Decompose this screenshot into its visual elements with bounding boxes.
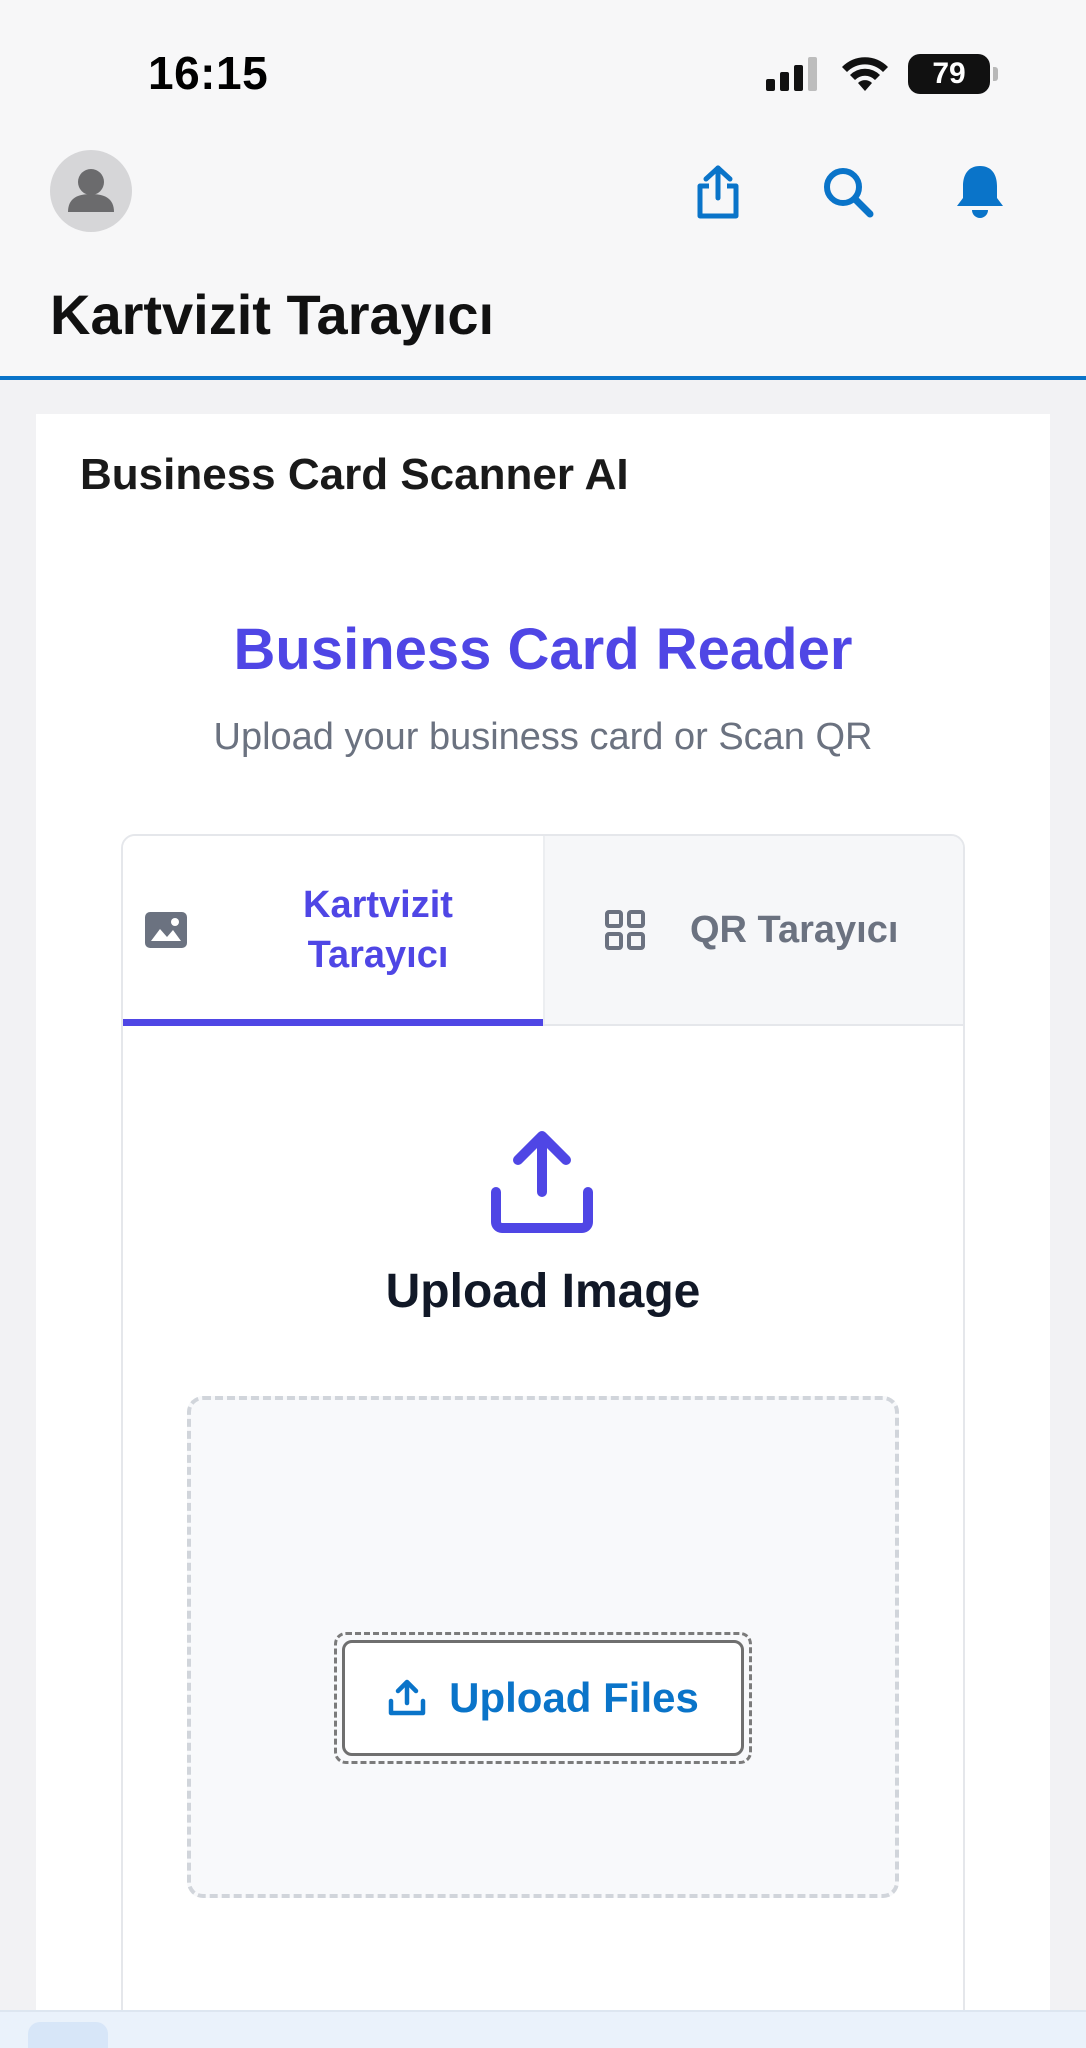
bottom-bar	[0, 2010, 1086, 2048]
bottom-tab-item[interactable]	[28, 2022, 108, 2048]
upload-files-button[interactable]: Upload Files	[342, 1640, 744, 1756]
status-bar: 16:15 79	[0, 0, 1086, 140]
upload-button-focus-ring: Upload Files	[334, 1632, 752, 1764]
avatar[interactable]	[50, 150, 132, 232]
notifications-button[interactable]	[948, 160, 1012, 224]
upload-icon	[491, 1131, 593, 1233]
file-dropzone[interactable]: Upload Files	[187, 1396, 899, 1898]
status-icons: 79	[766, 52, 998, 96]
tab-business-card-scanner[interactable]: Kartvizit Tarayıcı	[123, 836, 543, 1026]
hero-title: Business Card Reader	[233, 617, 853, 682]
grid-icon	[605, 910, 645, 950]
battery-level: 79	[932, 57, 966, 90]
navigation-bar: Kartvizit Tarayıcı	[0, 140, 1086, 380]
page-title: Kartvizit Tarayıcı	[50, 283, 495, 346]
cellular-signal-icon	[766, 57, 817, 91]
image-icon	[145, 912, 187, 948]
search-icon	[824, 168, 874, 218]
status-time: 16:15	[148, 47, 269, 99]
scanner-panel: Kartvizit Tarayıcı QR Tarayıcı Upload Im…	[121, 834, 965, 2034]
wifi-icon	[842, 57, 888, 91]
upload-heading: Upload Image	[385, 1265, 701, 1318]
main-card: Business Card Scanner AI Business Card R…	[36, 414, 1050, 2034]
upload-files-label: Upload Files	[449, 1674, 699, 1721]
tab-label: Kartvizit Tarayıcı	[303, 884, 453, 976]
share-button[interactable]	[686, 160, 750, 224]
bell-icon	[957, 166, 1003, 218]
hero-subtitle: Upload your business card or Scan QR	[213, 716, 873, 758]
upload-icon	[388, 1679, 426, 1716]
person-icon	[68, 169, 114, 212]
card-title: Business Card Scanner AI	[80, 450, 629, 499]
tab-label: QR Tarayıcı	[690, 908, 899, 951]
battery-indicator: 79	[908, 54, 998, 94]
scanner-tabs: Kartvizit Tarayıcı QR Tarayıcı	[123, 836, 963, 1026]
share-icon	[697, 165, 739, 219]
search-button[interactable]	[816, 160, 880, 224]
tab-qr-scanner[interactable]: QR Tarayıcı	[543, 836, 963, 1024]
